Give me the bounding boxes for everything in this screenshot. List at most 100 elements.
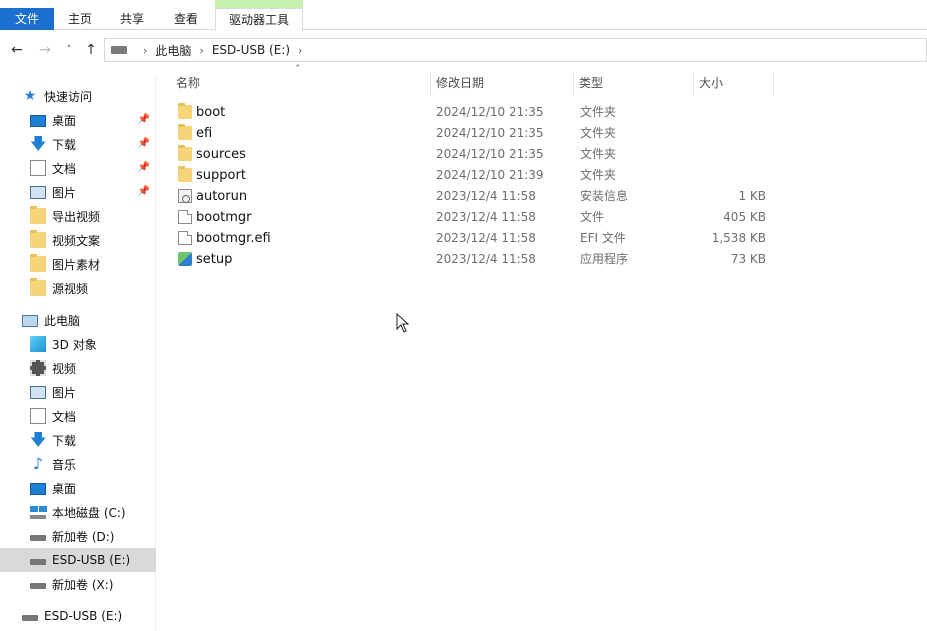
- picture-icon: [30, 385, 46, 399]
- sidebar-item-desktop[interactable]: 桌面 📌: [0, 108, 156, 132]
- folder-icon: [30, 254, 46, 272]
- computer-icon: [22, 314, 38, 327]
- breadcrumb-esd-usb[interactable]: ESD-USB (E:): [212, 43, 290, 57]
- folder-icon: [30, 278, 46, 296]
- file-size: 1,538 KB: [711, 231, 766, 245]
- tab-home[interactable]: 主页: [58, 8, 102, 30]
- sidebar-item-label: 图片素材: [52, 257, 101, 272]
- file-row-efi[interactable]: efi 2024/12/10 21:35 文件夹: [170, 123, 790, 144]
- pin-icon[interactable]: 📌: [138, 186, 150, 197]
- document-icon: [30, 408, 46, 424]
- sidebar-item-documents[interactable]: 文档 📌: [0, 156, 156, 180]
- file-row-autorun[interactable]: autorun 2023/12/4 11:58 安装信息 1 KB: [170, 186, 790, 207]
- file-type: 应用程序: [580, 252, 629, 266]
- file-date: 2023/12/4 11:58: [436, 252, 536, 266]
- column-divider[interactable]: [773, 72, 774, 96]
- sidebar-item-label: 下载: [52, 137, 77, 152]
- sidebar-item-label: 图片: [52, 385, 77, 400]
- sidebar-item-pc-pictures[interactable]: 图片: [0, 380, 156, 404]
- file-date: 2023/12/4 11:58: [436, 189, 536, 203]
- download-icon: 🡇: [30, 430, 47, 449]
- sidebar-item-label: 桌面: [52, 481, 77, 496]
- sidebar-item-drive-e[interactable]: ESD-USB (E:): [0, 548, 156, 572]
- sidebar-item-esd-usb[interactable]: ESD-USB (E:): [0, 604, 156, 628]
- pin-icon[interactable]: 📌: [138, 114, 150, 125]
- column-header-date[interactable]: 修改日期: [430, 72, 573, 96]
- sidebar-item-label: 文档: [52, 161, 77, 176]
- drive-icon: [111, 46, 127, 54]
- file-size: [676, 123, 766, 144]
- sidebar-item-pc-downloads[interactable]: 🡇 下载: [0, 428, 156, 452]
- document-icon: [30, 160, 46, 176]
- file-type: 文件夹: [580, 147, 617, 161]
- file-type: 文件夹: [580, 168, 617, 182]
- navigation-pane: ★ 快速访问 桌面 📌 🡇 下载 📌 文档 📌 图片 📌 导出视频 视频文案 图…: [0, 76, 156, 631]
- sidebar-item-picture-assets[interactable]: 图片素材: [0, 252, 156, 276]
- file-size: 1 KB: [738, 189, 766, 203]
- file-row-support[interactable]: support 2024/12/10 21:39 文件夹: [170, 165, 790, 186]
- sidebar-item-label: 本地磁盘 (C:): [52, 505, 126, 520]
- chevron-right-icon[interactable]: ›: [199, 44, 203, 57]
- sidebar-item-quick-access[interactable]: ★ 快速访问: [0, 84, 156, 108]
- sidebar-item-pc-documents[interactable]: 文档: [0, 404, 156, 428]
- up-arrow-icon[interactable]: ↑: [82, 40, 100, 60]
- chevron-right-icon[interactable]: ›: [298, 44, 302, 57]
- sidebar-item-music[interactable]: ♪ 音乐: [0, 452, 156, 476]
- column-header-size[interactable]: 大小: [693, 72, 773, 96]
- tab-view[interactable]: 查看: [164, 8, 208, 30]
- file-size: 405 KB: [723, 210, 766, 224]
- breadcrumb-this-pc[interactable]: 此电脑: [155, 42, 191, 59]
- sidebar-item-label: 新加卷 (D:): [52, 529, 115, 544]
- column-header-name[interactable]: 名称: [170, 72, 430, 96]
- tab-file[interactable]: 文件: [0, 8, 54, 30]
- sidebar-item-pc-desktop[interactable]: 桌面: [0, 476, 156, 500]
- recent-locations-chevron-icon[interactable]: ˅: [60, 40, 78, 60]
- file-row-sources[interactable]: sources 2024/12/10 21:35 文件夹: [170, 144, 790, 165]
- sidebar-item-pictures[interactable]: 图片 📌: [0, 180, 156, 204]
- sidebar-item-label: 此电脑: [44, 313, 81, 328]
- sidebar-item-3d-objects[interactable]: 3D 对象: [0, 332, 156, 356]
- file-type: 文件夹: [580, 105, 617, 119]
- file-row-bootmgr-efi[interactable]: bootmgr.efi 2023/12/4 11:58 EFI 文件 1,538…: [170, 228, 790, 249]
- file-date: 2024/12/10 21:39: [436, 168, 544, 182]
- sidebar-item-label: 新加卷 (X:): [52, 577, 114, 592]
- column-header-type[interactable]: 类型: [573, 72, 693, 96]
- file-row-setup[interactable]: setup 2023/12/4 11:58 应用程序 73 KB: [170, 249, 790, 270]
- navigation-bar: ← → ˅ ↑ › 此电脑 › ESD-USB (E:) ›: [0, 36, 927, 64]
- pin-icon[interactable]: 📌: [138, 162, 150, 173]
- sidebar-item-drive-x[interactable]: 新加卷 (X:): [0, 572, 156, 596]
- file-name: efi: [196, 126, 213, 141]
- sidebar-item-video-scripts[interactable]: 视频文案: [0, 228, 156, 252]
- drive-icon: [30, 528, 46, 544]
- tab-share[interactable]: 共享: [110, 8, 154, 30]
- sidebar-item-label: 导出视频: [52, 209, 101, 224]
- address-bar[interactable]: › 此电脑 › ESD-USB (E:) ›: [104, 38, 927, 62]
- sidebar-item-drive-d[interactable]: 新加卷 (D:): [0, 524, 156, 548]
- film-icon: [30, 360, 46, 376]
- download-icon: 🡇: [30, 134, 47, 153]
- file-size: 73 KB: [730, 252, 766, 266]
- sidebar-item-source-video[interactable]: 源视频: [0, 276, 156, 300]
- sidebar-item-this-pc[interactable]: 此电脑: [0, 308, 156, 332]
- file-size: [676, 165, 766, 186]
- folder-icon: [178, 103, 192, 119]
- sidebar-item-export-video[interactable]: 导出视频: [0, 204, 156, 228]
- file-type: 文件夹: [580, 126, 617, 140]
- usb-drive-icon: [30, 552, 46, 568]
- sidebar-item-drive-c[interactable]: 本地磁盘 (C:): [0, 500, 156, 524]
- file-name: sources: [196, 147, 246, 162]
- file-name: boot: [196, 105, 226, 120]
- file-type: 安装信息: [580, 189, 629, 203]
- sidebar-item-label: 下载: [52, 433, 77, 448]
- back-arrow-icon[interactable]: ←: [8, 40, 26, 60]
- sidebar-item-videos[interactable]: 视频: [0, 356, 156, 380]
- forward-arrow-icon[interactable]: →: [36, 40, 54, 60]
- sidebar-item-downloads[interactable]: 🡇 下载 📌: [0, 132, 156, 156]
- file-date: 2023/12/4 11:58: [436, 210, 536, 224]
- tab-drive-tools[interactable]: 驱动器工具: [215, 8, 303, 31]
- chevron-right-icon[interactable]: ›: [143, 44, 147, 57]
- file-row-boot[interactable]: boot 2024/12/10 21:35 文件夹: [170, 102, 790, 123]
- folder-icon: [178, 166, 192, 182]
- file-row-bootmgr[interactable]: bootmgr 2023/12/4 11:58 文件 405 KB: [170, 207, 790, 228]
- pin-icon[interactable]: 📌: [138, 138, 150, 149]
